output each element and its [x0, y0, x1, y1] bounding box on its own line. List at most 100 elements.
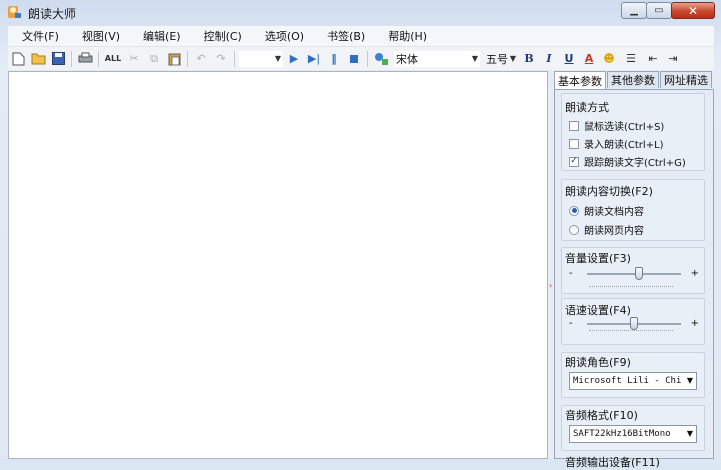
- new-file-icon[interactable]: [9, 50, 27, 68]
- play-next-icon[interactable]: ▶|: [305, 50, 323, 68]
- font-color-button[interactable]: A: [580, 50, 598, 68]
- speed-slider[interactable]: - +: [569, 317, 699, 331]
- bold-button[interactable]: B: [520, 50, 538, 68]
- copy-icon[interactable]: ⧉: [145, 50, 163, 68]
- audio-format-title: 音频格式(F10): [565, 409, 638, 422]
- paste-icon[interactable]: [165, 50, 183, 68]
- tab-other-params[interactable]: 其他参数: [607, 71, 659, 88]
- splitter-arrow-icon: ›: [549, 281, 553, 290]
- read-document-radio[interactable]: [569, 205, 579, 216]
- window-title: 朗读大师: [28, 7, 77, 21]
- emoji-icon[interactable]: ☻: [600, 50, 618, 68]
- track-text-label: 跟踪朗读文字(Ctrl+G): [584, 158, 686, 169]
- text-editor[interactable]: [8, 71, 548, 459]
- menu-bar: 文件(F) 视图(V) 编辑(E) 控制(C) 选项(O) 书签(B) 帮助(H…: [8, 26, 714, 46]
- indent-decrease-button[interactable]: ⇤: [644, 50, 662, 68]
- speaker-person-icon[interactable]: [372, 50, 390, 68]
- option-typing-read[interactable]: 录入朗读(Ctrl+L): [569, 136, 664, 151]
- speed-ticks: [589, 330, 673, 333]
- font-size-value: 五号: [486, 52, 508, 66]
- menu-bookmarks[interactable]: 书签(B): [313, 28, 374, 44]
- maximize-button[interactable]: ▭: [646, 2, 672, 19]
- print-icon[interactable]: [76, 50, 94, 68]
- audio-format-value: SAFT22kHz16BitMono: [573, 429, 671, 439]
- toolbar: ALL ✂ ⧉ ↶ ↷ ▼ ▶ ▶| ‖ 宋体 ▼ 五号 ▼ B I U A ☻…: [8, 46, 714, 70]
- font-name-value: 宋体: [396, 52, 418, 66]
- app-window: 朗读大师 ▁ ▭ ✕ 文件(F) 视图(V) 编辑(E) 控制(C) 选项(O)…: [0, 0, 721, 469]
- volume-slider[interactable]: - +: [569, 267, 699, 281]
- volume-ticks: [589, 286, 673, 289]
- voice-title: 朗读角色(F9): [565, 356, 631, 369]
- toolbar-separator: [187, 50, 188, 67]
- italic-button[interactable]: I: [540, 50, 558, 68]
- typing-read-label: 录入朗读(Ctrl+L): [584, 140, 664, 151]
- underline-button[interactable]: U: [560, 50, 578, 68]
- option-track-text[interactable]: ✓ 跟踪朗读文字(Ctrl+G): [569, 154, 686, 169]
- volume-plus[interactable]: +: [691, 268, 699, 279]
- mouse-select-read-label: 鼠标选读(Ctrl+S): [584, 122, 665, 133]
- read-webpage-radio[interactable]: [569, 224, 579, 235]
- redo-icon[interactable]: ↷: [212, 50, 230, 68]
- chevron-down-icon: ▼: [471, 53, 478, 63]
- content-switch-title: 朗读内容切换(F2): [565, 185, 653, 198]
- read-document-label: 朗读文档内容: [584, 207, 644, 218]
- minimize-button[interactable]: ▁: [621, 2, 647, 19]
- undo-icon[interactable]: ↶: [192, 50, 210, 68]
- option-read-document[interactable]: 朗读文档内容: [569, 203, 644, 218]
- align-button[interactable]: ☰: [620, 50, 642, 68]
- app-icon: [8, 6, 21, 18]
- speed-title: 语速设置(F4): [565, 304, 631, 317]
- stop-icon[interactable]: [345, 50, 363, 68]
- chevron-down-icon: ▼: [686, 376, 693, 385]
- save-icon[interactable]: [49, 50, 67, 68]
- read-webpage-label: 朗读网页内容: [584, 226, 644, 237]
- chevron-down-icon: ▼: [274, 53, 281, 63]
- toolbar-separator: [367, 50, 368, 67]
- close-button[interactable]: ✕: [671, 2, 715, 19]
- chevron-down-icon: ▼: [686, 429, 693, 438]
- volume-thumb[interactable]: [634, 267, 643, 280]
- settings-panel: 基本参数 其他参数 网址精选 朗读方式 鼠标选读(Ctrl+S) 录入朗读(Ct…: [554, 71, 714, 469]
- toolbar-separator: [234, 50, 235, 67]
- title-bar[interactable]: 朗读大师 ▁ ▭ ✕: [0, 0, 721, 26]
- volume-title: 音量设置(F3): [565, 252, 631, 265]
- cut-icon[interactable]: ✂: [125, 50, 143, 68]
- panel-tabs: 基本参数 其他参数 网址精选: [554, 71, 713, 89]
- voice-select[interactable]: Microsoft Lili - Chi ▼: [569, 372, 697, 390]
- toolbar-separator: [71, 50, 72, 67]
- read-mode-title: 朗读方式: [565, 101, 609, 114]
- speed-minus[interactable]: -: [569, 318, 573, 329]
- audio-output-title: 音频输出设备(F11): [565, 456, 660, 469]
- voice-value: Microsoft Lili - Chi: [573, 376, 682, 386]
- option-mouse-select-read[interactable]: 鼠标选读(Ctrl+S): [569, 118, 664, 133]
- chevron-down-icon: ▼: [509, 53, 516, 63]
- option-read-webpage[interactable]: 朗读网页内容: [569, 222, 644, 237]
- play-icon[interactable]: ▶: [285, 50, 303, 68]
- pause-icon[interactable]: ‖: [325, 50, 343, 68]
- mouse-select-read-checkbox[interactable]: [569, 120, 579, 131]
- tab-url-picks[interactable]: 网址精选: [660, 71, 712, 88]
- volume-minus[interactable]: -: [569, 268, 573, 279]
- open-folder-icon[interactable]: [29, 50, 47, 68]
- radio-selected-dot: [571, 208, 577, 213]
- menu-file[interactable]: 文件(F): [8, 28, 68, 44]
- toolbar-separator: [98, 50, 99, 67]
- menu-edit[interactable]: 编辑(E): [129, 28, 190, 44]
- font-size-combo[interactable]: 五号 ▼: [483, 49, 519, 68]
- menu-control[interactable]: 控制(C): [190, 28, 251, 44]
- typing-read-checkbox[interactable]: [569, 138, 579, 149]
- menu-help[interactable]: 帮助(H): [374, 28, 436, 44]
- menu-view[interactable]: 视图(V): [68, 28, 129, 44]
- indent-increase-button[interactable]: ⇥: [664, 50, 682, 68]
- speed-thumb[interactable]: [630, 317, 638, 330]
- panel-body: 朗读方式 鼠标选读(Ctrl+S) 录入朗读(Ctrl+L) ✓ 跟踪朗读文字(…: [554, 89, 714, 469]
- window-controls: ▁ ▭ ✕: [621, 2, 715, 20]
- font-name-combo[interactable]: 宋体 ▼: [393, 49, 481, 68]
- speed-plus[interactable]: +: [691, 318, 699, 329]
- menu-options[interactable]: 选项(O): [251, 28, 313, 44]
- tab-basic-params[interactable]: 基本参数: [554, 71, 606, 89]
- audio-format-select[interactable]: SAFT22kHz16BitMono ▼: [569, 425, 697, 443]
- track-text-checkbox[interactable]: ✓: [569, 156, 579, 167]
- bookmark-combo[interactable]: ▼: [238, 49, 284, 68]
- select-all-button[interactable]: ALL: [103, 50, 123, 68]
